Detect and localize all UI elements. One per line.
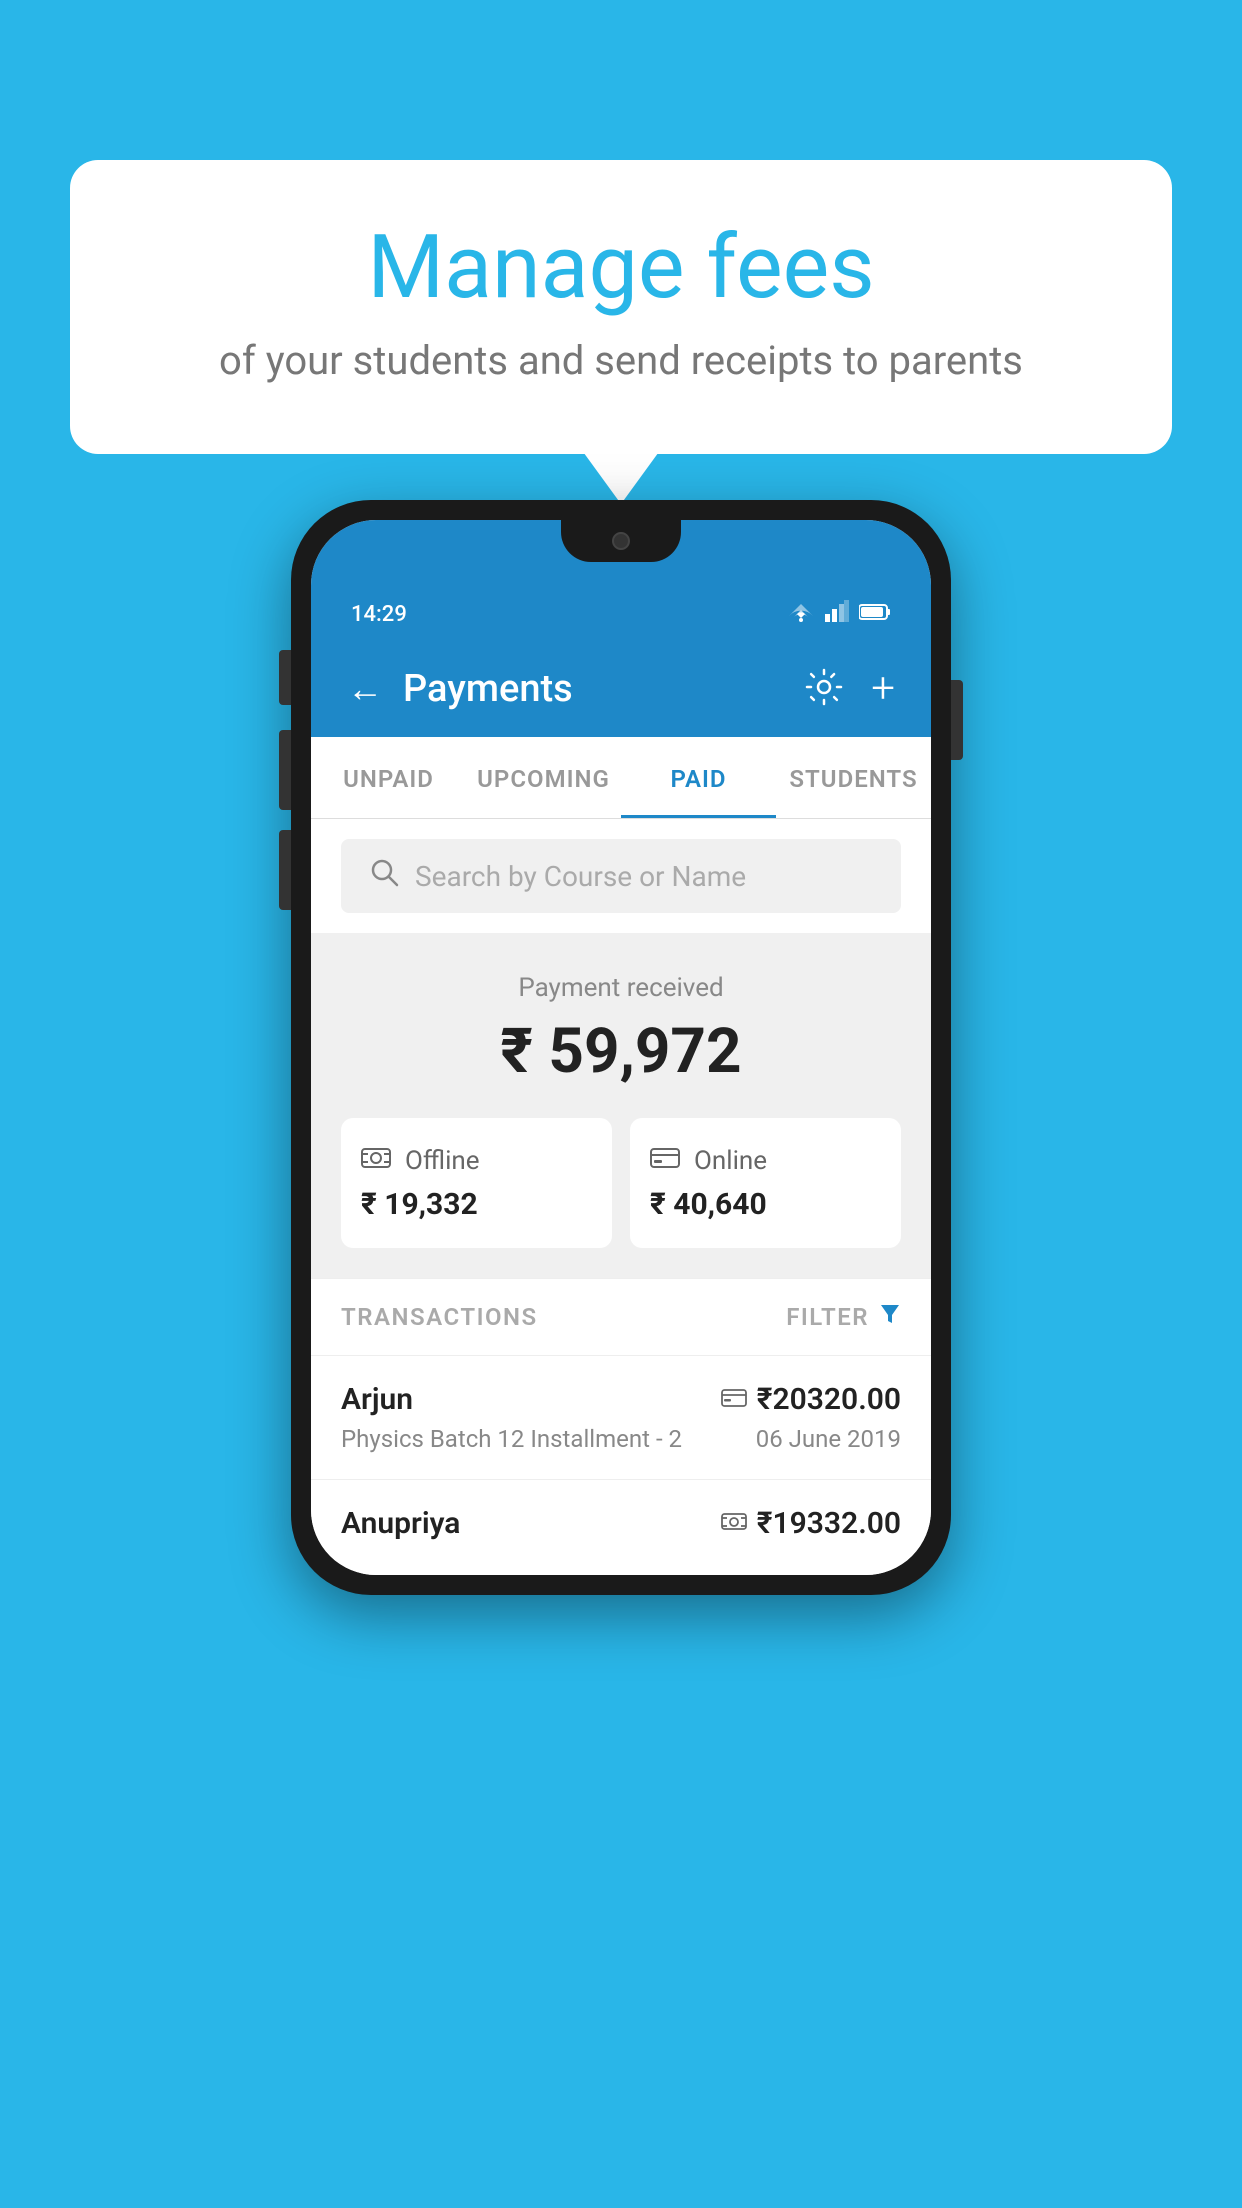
- app-bar: ← Payments +: [311, 640, 931, 737]
- app-bar-title: Payments: [403, 667, 573, 711]
- tabs-container: UNPAID UPCOMING PAID STUDENTS: [311, 737, 931, 819]
- speech-bubble-title: Manage fees: [150, 220, 1092, 317]
- transaction-amount-container: ₹20320.00: [721, 1382, 901, 1417]
- transaction-course: Physics Batch 12 Installment - 2: [341, 1425, 682, 1453]
- battery-icon: [859, 602, 891, 627]
- status-icons: [787, 600, 891, 628]
- cash-payment-icon: [721, 1510, 747, 1538]
- transaction-date: 06 June 2019: [756, 1425, 901, 1453]
- notch-area: [311, 520, 931, 588]
- speech-bubble-subtitle: of your students and send receipts to pa…: [150, 337, 1092, 384]
- app-bar-left: ← Payments: [347, 667, 573, 711]
- speech-bubble: Manage fees of your students and send re…: [70, 160, 1172, 454]
- card-icon: [650, 1144, 680, 1177]
- transaction-row[interactable]: Arjun ₹20320.00: [311, 1355, 931, 1479]
- online-label: Online: [694, 1146, 767, 1176]
- transactions-header: TRANSACTIONS FILTER: [311, 1278, 931, 1355]
- offline-payment-card: Offline ₹ 19,332: [341, 1118, 612, 1248]
- search-box[interactable]: Search by Course or Name: [341, 839, 901, 913]
- back-button[interactable]: ←: [347, 668, 383, 710]
- transaction-bottom: Physics Batch 12 Installment - 2 06 June…: [341, 1425, 901, 1453]
- power-button: [951, 680, 963, 760]
- speech-bubble-container: Manage fees of your students and send re…: [70, 160, 1172, 454]
- phone-outer: 14:29: [291, 500, 951, 1595]
- search-container: Search by Course or Name: [311, 819, 931, 933]
- app-bar-right: +: [805, 664, 895, 713]
- camera: [612, 532, 630, 550]
- online-card-header: Online: [650, 1144, 881, 1177]
- tab-students[interactable]: STUDENTS: [776, 737, 931, 818]
- tab-unpaid[interactable]: UNPAID: [311, 737, 466, 818]
- phone-screen: 14:29: [311, 520, 931, 1575]
- search-input[interactable]: Search by Course or Name: [415, 860, 746, 893]
- status-bar: 14:29: [311, 588, 931, 640]
- tab-paid[interactable]: PAID: [621, 737, 776, 818]
- wifi-icon: [787, 600, 815, 628]
- cash-icon: [361, 1144, 391, 1177]
- filter-container[interactable]: FILTER: [786, 1303, 901, 1331]
- tab-upcoming[interactable]: UPCOMING: [466, 737, 621, 818]
- transaction-top: Arjun ₹20320.00: [341, 1382, 901, 1417]
- volume-up-button: [279, 730, 291, 810]
- transaction-row[interactable]: Anupriya: [311, 1479, 931, 1575]
- phone-notch: [561, 520, 681, 562]
- transactions-label: TRANSACTIONS: [341, 1303, 538, 1331]
- transaction-amount: ₹19332.00: [757, 1506, 901, 1541]
- filter-label: FILTER: [786, 1303, 869, 1331]
- transaction-amount: ₹20320.00: [757, 1382, 901, 1417]
- transaction-amount-container: ₹19332.00: [721, 1506, 901, 1541]
- payment-received-label: Payment received: [341, 973, 901, 1003]
- online-amount: ₹ 40,640: [650, 1187, 881, 1222]
- mute-button: [279, 650, 291, 705]
- phone-mockup: 14:29: [291, 500, 951, 1595]
- transaction-name: Arjun: [341, 1382, 413, 1417]
- payment-total-amount: ₹ 59,972: [341, 1015, 901, 1088]
- filter-icon: [879, 1303, 901, 1331]
- search-icon: [369, 857, 399, 895]
- online-payment-card: Online ₹ 40,640: [630, 1118, 901, 1248]
- time-display: 14:29: [351, 602, 407, 627]
- offline-amount: ₹ 19,332: [361, 1187, 592, 1222]
- settings-icon[interactable]: [805, 668, 843, 710]
- offline-label: Offline: [405, 1146, 480, 1176]
- volume-down-button: [279, 830, 291, 910]
- transaction-name: Anupriya: [341, 1506, 460, 1541]
- offline-card-header: Offline: [361, 1144, 592, 1177]
- add-button[interactable]: +: [871, 664, 895, 713]
- signal-icon: [825, 600, 849, 628]
- payment-cards: Offline ₹ 19,332: [341, 1118, 901, 1248]
- payment-summary: Payment received ₹ 59,972: [311, 933, 931, 1278]
- transaction-top: Anupriya: [341, 1506, 901, 1541]
- card-payment-icon: [721, 1386, 747, 1414]
